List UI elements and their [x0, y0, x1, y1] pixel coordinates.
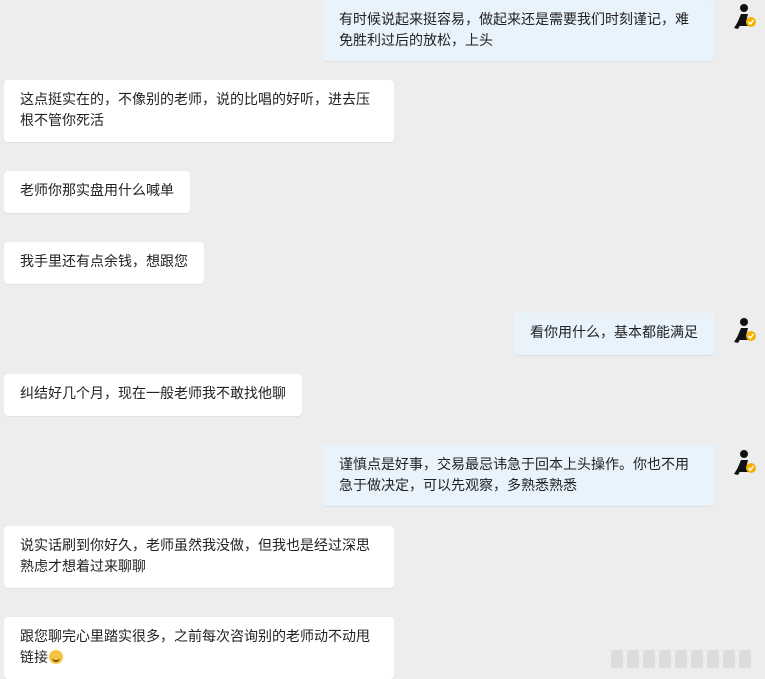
message-text: 有时候说起来挺容易，做起来还是需要我们时刻谨记，难免胜利过后的放松，上头: [339, 12, 689, 49]
message-text: 这点挺实在的，不像别的老师，说的比唱的好听，进去压根不管你死活: [20, 92, 370, 129]
person-silhouette-avatar-icon: [734, 450, 756, 475]
message-bubble-incoming[interactable]: 我手里还有点余钱，想跟您: [4, 242, 204, 284]
avatar[interactable]: [730, 316, 758, 346]
message-text: 看你用什么，基本都能满足: [530, 325, 698, 341]
person-silhouette-avatar-icon: [734, 318, 756, 343]
message-text: 纠结好几个月，现在一般老师我不敢找他聊: [20, 386, 286, 402]
message-text: 我手里还有点余钱，想跟您: [20, 254, 188, 270]
message-bubble-incoming[interactable]: 纠结好几个月，现在一般老师我不敢找他聊: [4, 374, 302, 416]
message-text: 跟您聊完心里踏实很多，之前每次咨询别的老师动不动甩链接: [20, 629, 370, 666]
message-bubble-incoming[interactable]: 这点挺实在的，不像别的老师，说的比唱的好听，进去压根不管你死活: [4, 80, 394, 142]
message-bubble-outgoing[interactable]: 看你用什么，基本都能满足: [514, 313, 714, 355]
message-bubble-incoming[interactable]: 跟您聊完心里踏实很多，之前每次咨询别的老师动不动甩链接: [4, 617, 394, 679]
message-bubble-outgoing[interactable]: 有时候说起来挺容易，做起来还是需要我们时刻谨记，难免胜利过后的放松，上头: [323, 0, 714, 61]
grin-emoji-icon: [49, 650, 63, 664]
avatar[interactable]: [730, 448, 758, 478]
message-text: 谨慎点是好事，交易最忌讳急于回本上头操作。你也不用急于做决定，可以先观察，多熟悉…: [339, 457, 689, 494]
message-bubble-outgoing[interactable]: 谨慎点是好事，交易最忌讳急于回本上头操作。你也不用急于做决定，可以先观察，多熟悉…: [323, 445, 714, 506]
message-text: 说实话刷到你好久，老师虽然我没做，但我也是经过深思熟虑才想着过来聊聊: [20, 538, 370, 575]
message-bubble-incoming[interactable]: 说实话刷到你好久，老师虽然我没做，但我也是经过深思熟虑才想着过来聊聊: [4, 526, 394, 588]
message-text: 老师你那实盘用什么喊单: [20, 183, 174, 199]
avatar[interactable]: [730, 2, 758, 32]
watermark: [611, 650, 761, 670]
message-bubble-incoming[interactable]: 老师你那实盘用什么喊单: [4, 171, 190, 213]
person-silhouette-avatar-icon: [734, 4, 756, 29]
